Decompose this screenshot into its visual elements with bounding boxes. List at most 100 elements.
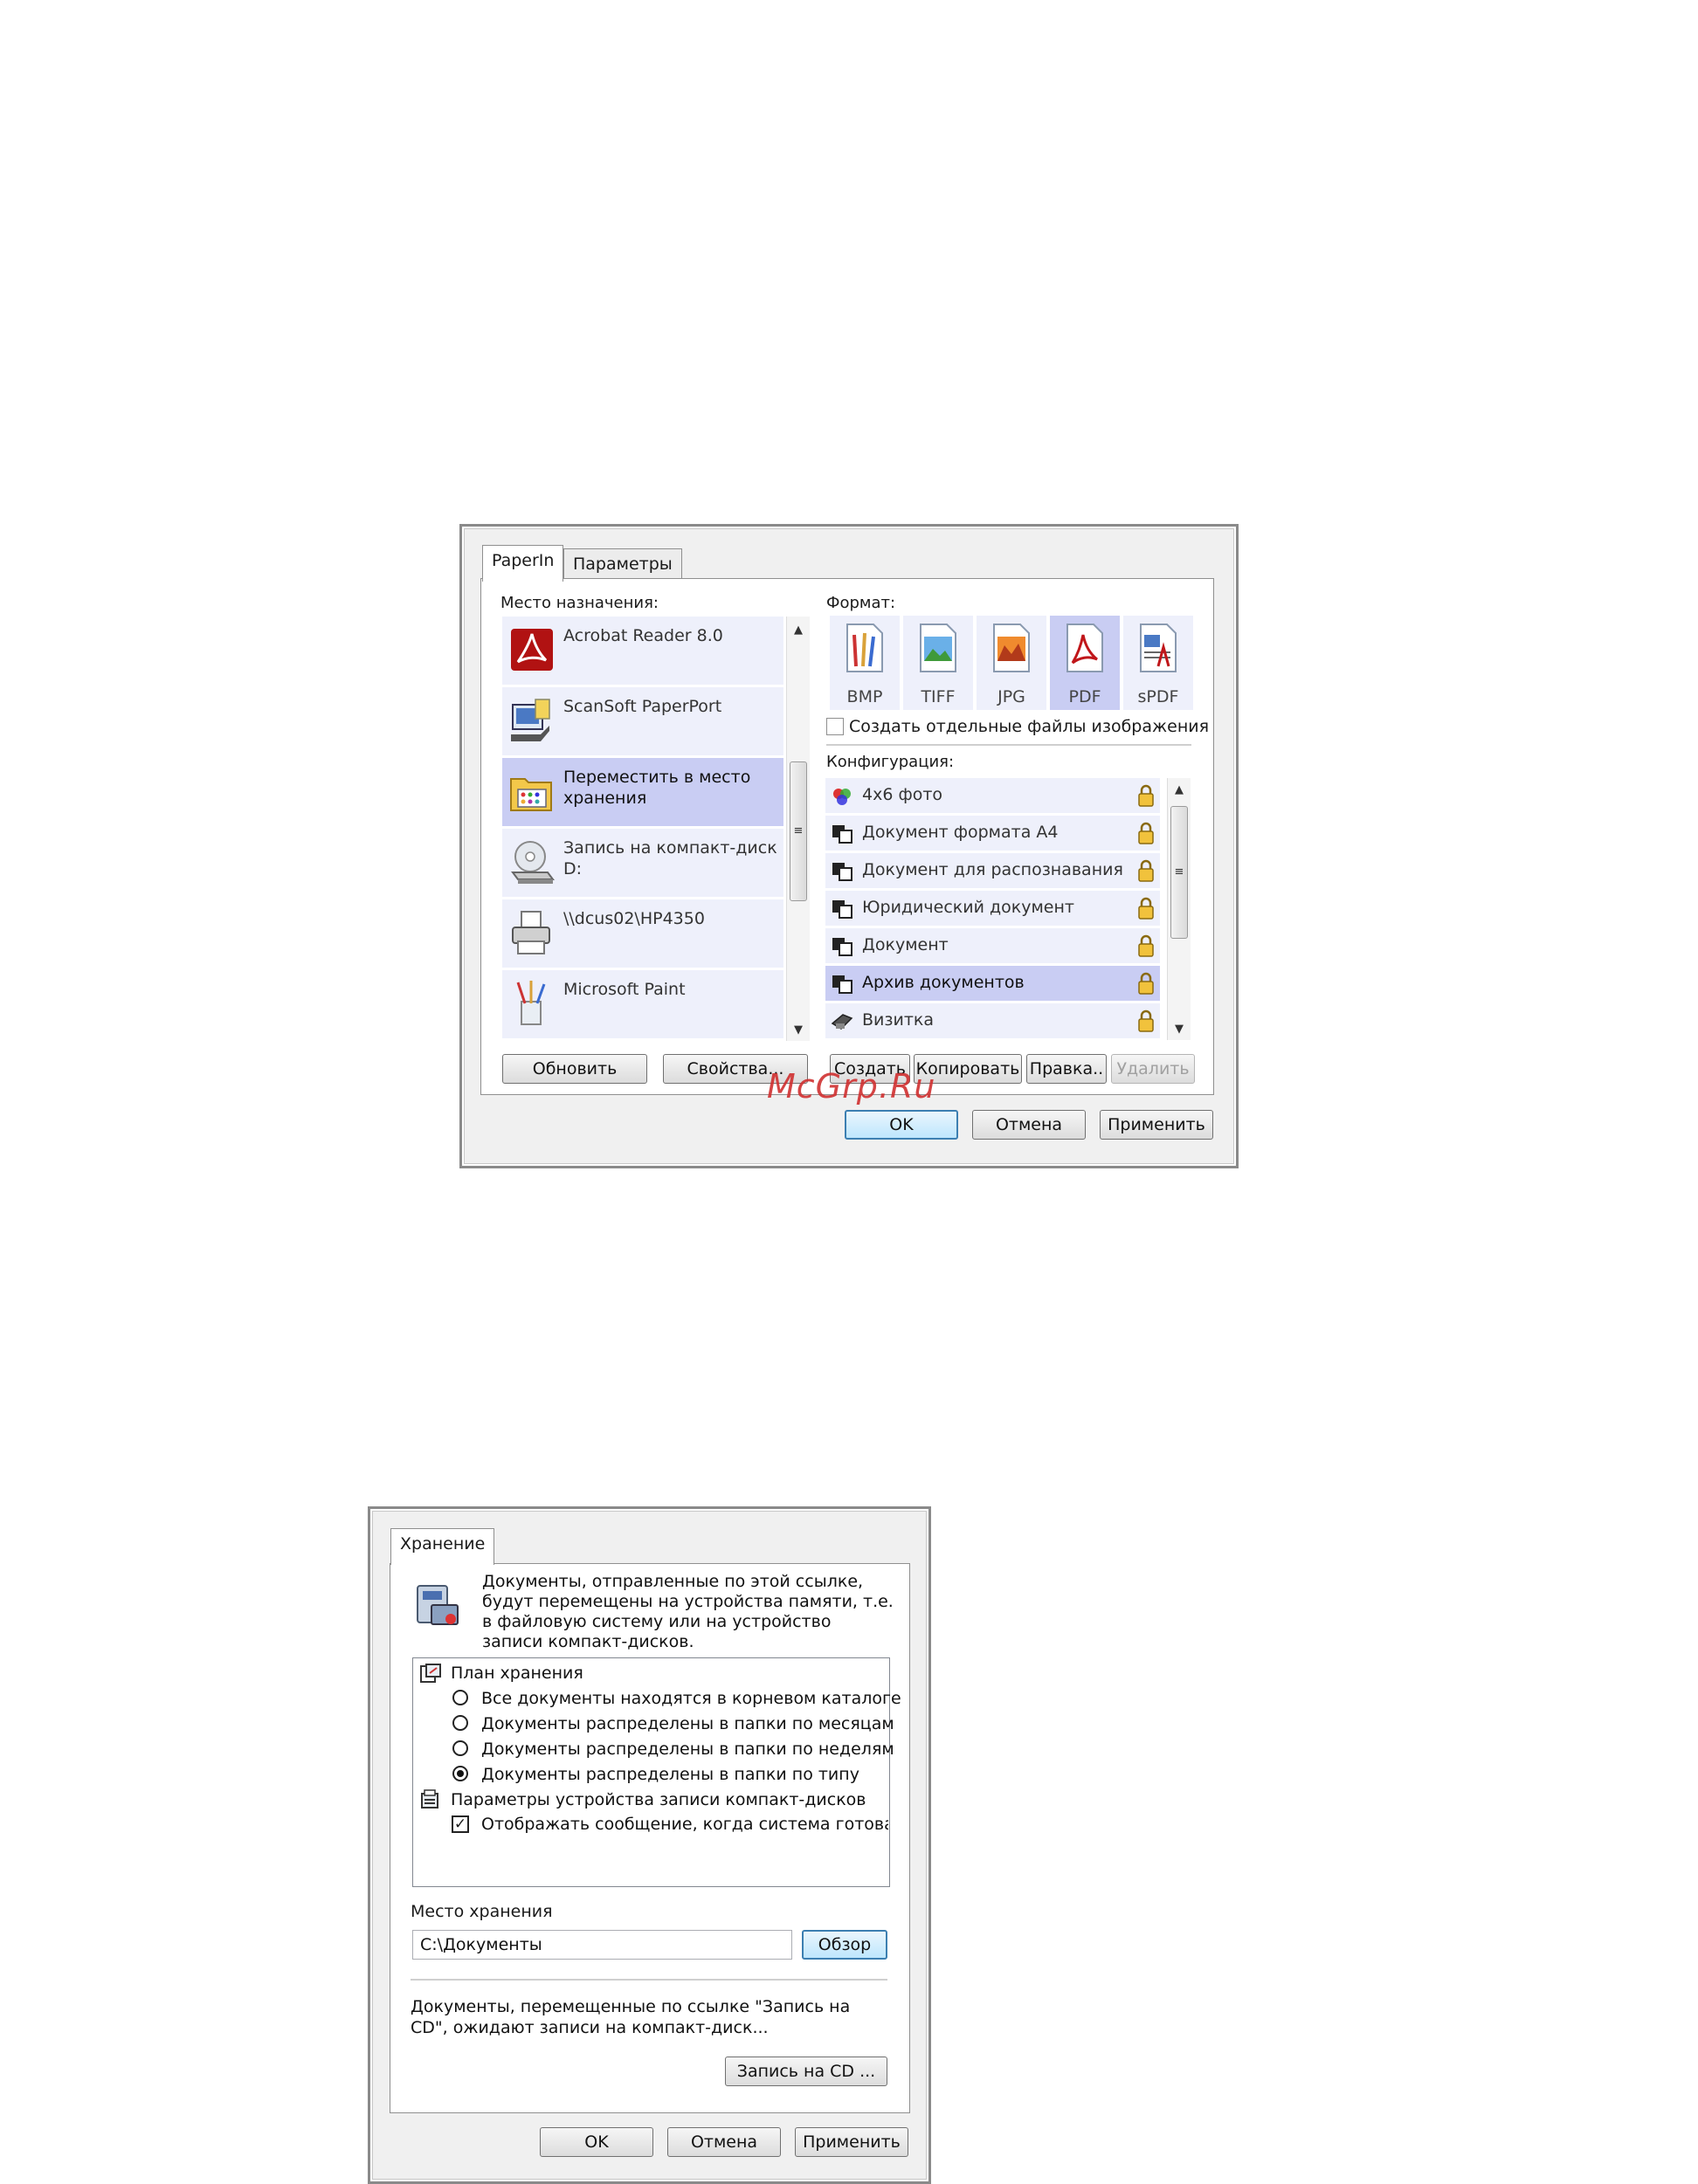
spdf-file-icon [1135, 623, 1181, 673]
paperport-icon [509, 696, 555, 745]
document-config-icon [831, 974, 853, 995]
radio-root-folder[interactable] [452, 1690, 468, 1705]
storage-cancel-button[interactable]: Отмена [667, 2127, 781, 2157]
format-label-tiff: TIFF [921, 687, 956, 706]
lock-icon [1137, 821, 1155, 845]
config-label-ocr: Документ для распознавания [862, 860, 1123, 879]
tab-paperin[interactable]: PaperIn [482, 545, 564, 582]
storage-description: Документы, отправленные по этой ссылке, … [482, 1572, 894, 1651]
storage-ok-button[interactable]: OK [540, 2127, 653, 2157]
destination-label-cd: Запись на компакт-диск D: [563, 838, 777, 878]
separate-files-checkbox[interactable] [826, 718, 844, 735]
config-label-business-card: Визитка [862, 1010, 935, 1030]
apply-button[interactable]: Применить [1100, 1110, 1213, 1140]
config-item-document[interactable]: Документ [825, 928, 1160, 963]
config-scrollbar[interactable]: ▲ ≡ ▼ [1167, 778, 1191, 1040]
config-item-a4[interactable]: Документ формата А4 [825, 816, 1160, 851]
destination-label-paint: Microsoft Paint [563, 980, 686, 999]
format-item-spdf[interactable]: sPDF [1123, 616, 1193, 710]
config-item-business-card[interactable]: Визитка [825, 1003, 1160, 1038]
config-item-photo[interactable]: 4x6 фото [825, 778, 1160, 813]
refresh-button[interactable]: Обновить [502, 1054, 647, 1084]
destination-item-paperport[interactable]: ScanSoft PaperPort [502, 687, 783, 755]
bmp-file-icon [842, 623, 887, 673]
radio-by-type[interactable] [452, 1766, 468, 1781]
destination-item-acrobat[interactable]: Acrobat Reader 8.0 [502, 617, 783, 685]
format-item-pdf[interactable]: PDF [1050, 616, 1120, 710]
show-ready-message-checkbox[interactable]: ✓ [452, 1815, 469, 1833]
storage-location-label: Место хранения [411, 1902, 553, 1921]
separate-files-label: Создать отдельные файлы изображения [849, 717, 1210, 736]
storage-divider [411, 1979, 887, 1981]
storage-location-input[interactable]: C:\Документы [412, 1930, 792, 1960]
format-label-pdf: PDF [1068, 687, 1101, 706]
scroll-up-arrow-icon[interactable]: ▲ [1168, 783, 1191, 797]
format-label-bmp: BMP [846, 687, 883, 706]
tab-parameters[interactable]: Параметры [563, 548, 682, 580]
tiff-file-icon [915, 623, 961, 673]
document-config-icon [831, 823, 853, 844]
format-divider [826, 744, 1191, 747]
configuration-label: Конфигурация: [826, 753, 955, 771]
destination-item-paint[interactable]: Microsoft Paint [502, 970, 783, 1038]
destination-item-printer[interactable]: \\dcus02\HP4350 [502, 899, 783, 968]
lock-icon [1137, 1009, 1155, 1033]
radio-label-by-month: Документы распределены в папки по месяца… [481, 1714, 894, 1733]
destination-scrollbar[interactable]: ▲ ≡ ▼ [786, 617, 810, 1041]
destination-item-cd[interactable]: Запись на компакт-диск D: [502, 829, 783, 897]
format-label-spdf: sPDF [1137, 687, 1179, 706]
radio-by-week[interactable] [452, 1740, 468, 1756]
radio-label-root-folder: Все документы находятся в корневом катал… [481, 1689, 901, 1708]
scroll-down-arrow-icon[interactable]: ▼ [1168, 1023, 1191, 1037]
config-label-photo: 4x6 фото [862, 785, 943, 804]
destination-label-storage: Переместить в место хранения [563, 768, 751, 808]
scroll-up-arrow-icon[interactable]: ▲ [787, 624, 810, 637]
ok-button[interactable]: OK [845, 1110, 958, 1140]
document-config-icon [831, 899, 853, 920]
pdf-file-icon [1062, 623, 1108, 673]
watermark-text: McGrp.Ru [767, 1067, 936, 1106]
format-label-jpg: JPG [997, 687, 1025, 706]
destination-label: Место назначения: [500, 594, 659, 612]
config-label-legal: Юридический документ [862, 898, 1074, 917]
show-ready-message-label: Отображать сообщение, когда система гото… [481, 1815, 888, 1834]
format-item-tiff[interactable]: TIFF [903, 616, 973, 710]
format-label: Формат: [826, 594, 896, 612]
business-card-config-icon [831, 1011, 853, 1032]
printer-icon [509, 908, 555, 957]
format-item-jpg[interactable]: JPG [977, 616, 1046, 710]
acrobat-icon [509, 625, 555, 674]
destination-label-printer: \\dcus02\HP4350 [563, 909, 705, 928]
cd-note-text: Документы, перемещенные по ссылке "Запис… [411, 1997, 851, 2037]
radio-by-month[interactable] [452, 1715, 468, 1731]
cancel-button[interactable]: Отмена [972, 1110, 1086, 1140]
config-label-document: Документ [862, 935, 949, 954]
photo-config-icon [831, 786, 853, 807]
document-config-icon [831, 936, 853, 957]
burn-cd-button[interactable]: Запись на CD ... [725, 2057, 887, 2086]
lock-icon [1137, 896, 1155, 920]
lock-icon [1137, 858, 1155, 883]
paint-brushes-icon [509, 979, 555, 1028]
format-item-bmp[interactable]: BMP [830, 616, 900, 710]
config-label-a4: Документ формата А4 [862, 823, 1059, 842]
delete-config-button[interactable]: Удалить [1111, 1054, 1195, 1084]
destination-label-acrobat: Acrobat Reader 8.0 [563, 626, 723, 645]
storage-apply-button[interactable]: Применить [795, 2127, 908, 2157]
lock-icon [1137, 783, 1155, 808]
browse-button[interactable]: Обзор [802, 1930, 887, 1960]
edit-config-button[interactable]: Правка.. [1026, 1054, 1107, 1084]
config-item-legal[interactable]: Юридический документ [825, 891, 1160, 926]
config-item-ocr[interactable]: Документ для распознавания [825, 853, 1160, 888]
storage-plan-group: План хранения [451, 1664, 583, 1683]
scroll-down-arrow-icon[interactable]: ▼ [787, 1023, 810, 1037]
cd-device-settings-group: Параметры устройства записи компакт-диск… [451, 1790, 866, 1809]
document-config-icon [831, 861, 853, 882]
storage-folder-icon [509, 767, 555, 816]
scroll-thumb-grip-icon: ≡ [793, 824, 804, 837]
config-item-archive[interactable]: Архив документов [825, 966, 1160, 1001]
storage-device-icon [411, 1579, 465, 1633]
destination-item-storage[interactable]: Переместить в место хранения [502, 758, 783, 826]
tab-storage[interactable]: Хранение [390, 1528, 495, 1565]
radio-label-by-type: Документы распределены в папки по типу [481, 1765, 859, 1784]
